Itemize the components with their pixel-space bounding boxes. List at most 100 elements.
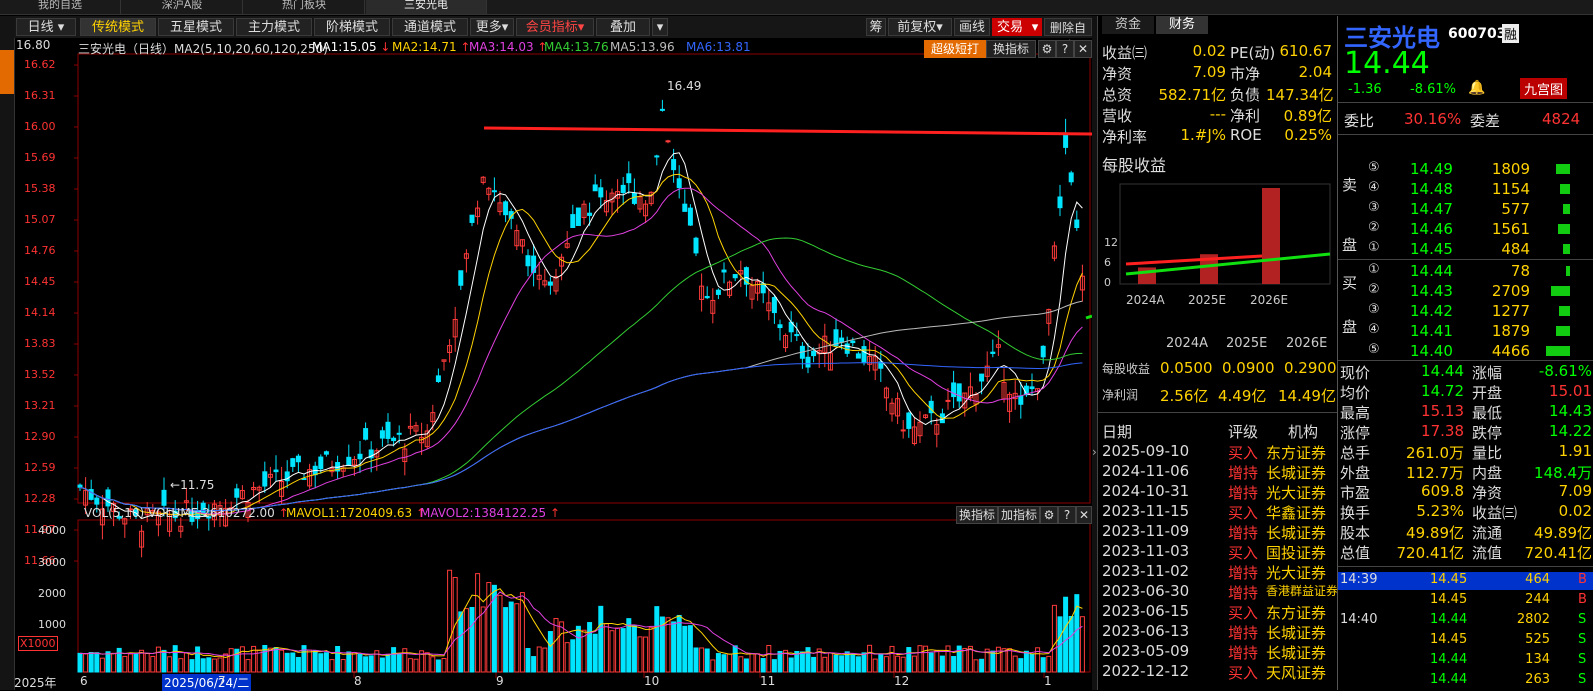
price-tick: 14.45 bbox=[24, 275, 56, 288]
volume-bar bbox=[155, 646, 161, 673]
vol-add-button[interactable]: 加指标 bbox=[998, 506, 1040, 524]
volume-bar bbox=[497, 594, 503, 673]
buy-label-2: 盘 bbox=[1342, 318, 1358, 336]
eps-head-2025: 2025E bbox=[1226, 336, 1268, 351]
vol-gear-icon[interactable]: ⚙ bbox=[1040, 506, 1058, 524]
volume-bar bbox=[531, 656, 537, 673]
volume-bar bbox=[391, 647, 397, 673]
nine-grid-button[interactable]: 九宫图 bbox=[1520, 78, 1568, 99]
candle-body bbox=[1057, 196, 1063, 209]
rating-org: 天风证券 bbox=[1266, 664, 1327, 682]
fin-value: --- bbox=[1209, 105, 1226, 123]
tab-sh-sz-a[interactable]: 深沪A股 bbox=[122, 0, 243, 14]
overlay-dropdown[interactable]: ▾ bbox=[652, 18, 668, 36]
candle-body bbox=[547, 281, 553, 286]
stat-label: 涨停 bbox=[1340, 424, 1371, 442]
help-icon[interactable]: ? bbox=[1056, 40, 1074, 58]
fin-value: 2.04 bbox=[1298, 63, 1332, 81]
candle-body bbox=[273, 469, 279, 473]
gear-icon[interactable]: ⚙ bbox=[1038, 40, 1056, 58]
ma-line bbox=[79, 362, 1083, 512]
buy-level: ⑤ bbox=[1368, 342, 1380, 357]
mode-traditional[interactable]: 传统模式 bbox=[80, 18, 156, 36]
mode-more[interactable]: 更多▾ bbox=[470, 18, 514, 36]
rating-head-org: 机构 bbox=[1288, 423, 1319, 441]
candle-body bbox=[979, 373, 985, 382]
price-tick: 16.00 bbox=[24, 120, 56, 133]
candle-body bbox=[290, 458, 296, 467]
eps-year-label: 2025E bbox=[1188, 293, 1226, 307]
mode-main-force[interactable]: 主力模式 bbox=[236, 18, 312, 36]
volume-bar bbox=[447, 569, 453, 673]
kline-chart-area[interactable]: 16.80 三安光电（日线）MA2(5,10,20,60,120,250) MA… bbox=[14, 38, 1092, 691]
ma3-label: MA3:14.03 ↑ bbox=[469, 40, 548, 54]
tick-volume: 244 bbox=[1525, 592, 1550, 607]
super-short-button[interactable]: 超级短打 bbox=[924, 40, 986, 58]
draw-line-button[interactable]: 画线 bbox=[954, 18, 990, 36]
tab-finance[interactable]: 财务 bbox=[1156, 16, 1208, 34]
volume-bar bbox=[788, 657, 794, 673]
volume-bar bbox=[368, 655, 374, 673]
price-tick: 12.90 bbox=[24, 430, 56, 443]
stat-label: 现价 bbox=[1340, 364, 1371, 382]
chip-button[interactable]: 筹 bbox=[866, 18, 886, 36]
rating-org: 长城证券 bbox=[1266, 644, 1327, 662]
eps-head-2026: 2026E bbox=[1286, 336, 1328, 351]
stat-label: 净资 bbox=[1472, 484, 1503, 502]
adjust-select[interactable]: 前复权▾ bbox=[888, 18, 952, 36]
rating-org: 香港群益证券 bbox=[1266, 584, 1339, 598]
mode-channel[interactable]: 通道模式 bbox=[392, 18, 468, 36]
volume-bar bbox=[575, 625, 581, 673]
sell-price: 14.49 bbox=[1410, 160, 1453, 178]
candle-body bbox=[503, 201, 509, 216]
volume-bar bbox=[648, 627, 654, 673]
volume-bar bbox=[536, 646, 542, 673]
period-select[interactable]: 日线 ▾ bbox=[16, 18, 76, 36]
stat-value: 0.02 bbox=[1558, 502, 1592, 520]
volume-bar bbox=[295, 656, 301, 673]
delete-watchlist-button[interactable]: 删除自选 bbox=[1044, 18, 1092, 53]
vol-unit: X1000 bbox=[18, 636, 58, 651]
candle-body bbox=[654, 155, 660, 158]
rating-grade: 增持 bbox=[1228, 464, 1259, 482]
eps-chart: 12 6 0 2024A 2025E 2026E bbox=[1104, 183, 1331, 307]
trade-dropdown[interactable]: ▾ bbox=[1028, 18, 1042, 36]
overlay-button[interactable]: 叠加 bbox=[596, 18, 650, 36]
tab-watchlist[interactable]: 我的自选 bbox=[0, 0, 121, 14]
trade-button[interactable]: 交易 bbox=[992, 18, 1028, 36]
volume-bar bbox=[553, 618, 559, 673]
mode-five-star[interactable]: 五星模式 bbox=[158, 18, 234, 36]
bell-icon[interactable]: 🔔 bbox=[1468, 80, 1485, 96]
top-tab-bar: 我的自选 深沪A股 热门板块 三安光电 bbox=[0, 0, 1593, 15]
vol-help-icon[interactable]: ? bbox=[1058, 506, 1076, 524]
tab-stock[interactable]: 三安光电 bbox=[366, 0, 487, 14]
tick-price: 14.44 bbox=[1430, 652, 1468, 667]
tab-hot-sectors[interactable]: 热门板块 bbox=[244, 0, 365, 14]
tick-price: 14.45 bbox=[1430, 632, 1468, 647]
candle-body bbox=[715, 289, 721, 295]
vol-swap-button[interactable]: 换指标 bbox=[956, 506, 998, 524]
price-tick: 15.38 bbox=[24, 182, 56, 195]
fin-value: 0.02 bbox=[1192, 42, 1226, 60]
candle-body bbox=[861, 346, 867, 364]
eps-axis-tick: 0 bbox=[1104, 276, 1111, 289]
fin-value: 610.67 bbox=[1279, 42, 1333, 60]
volume-bar bbox=[665, 617, 671, 673]
close-icon[interactable]: ✕ bbox=[1074, 40, 1092, 58]
mode-ladder[interactable]: 阶梯模式 bbox=[314, 18, 390, 36]
np-2025: 4.49亿 bbox=[1218, 387, 1267, 405]
rating-grade: 买入 bbox=[1228, 664, 1259, 682]
member-indicator[interactable]: 会员指标▾ bbox=[516, 18, 594, 36]
swap-indicator-button[interactable]: 换指标 bbox=[986, 40, 1036, 58]
price-tick: 16.62 bbox=[24, 58, 56, 71]
vol-close-icon[interactable]: ✕ bbox=[1076, 506, 1092, 524]
volume-bar bbox=[570, 639, 576, 673]
stat-label: 开盘 bbox=[1472, 384, 1503, 402]
stat-label: 股本 bbox=[1340, 524, 1371, 542]
volume-bar bbox=[346, 651, 352, 673]
volume-bar bbox=[559, 621, 565, 673]
tab-fund[interactable]: 资金 bbox=[1102, 16, 1154, 34]
rating-grade: 增持 bbox=[1228, 584, 1259, 602]
candle-body bbox=[676, 178, 682, 189]
sidebar-marker[interactable] bbox=[0, 50, 14, 94]
